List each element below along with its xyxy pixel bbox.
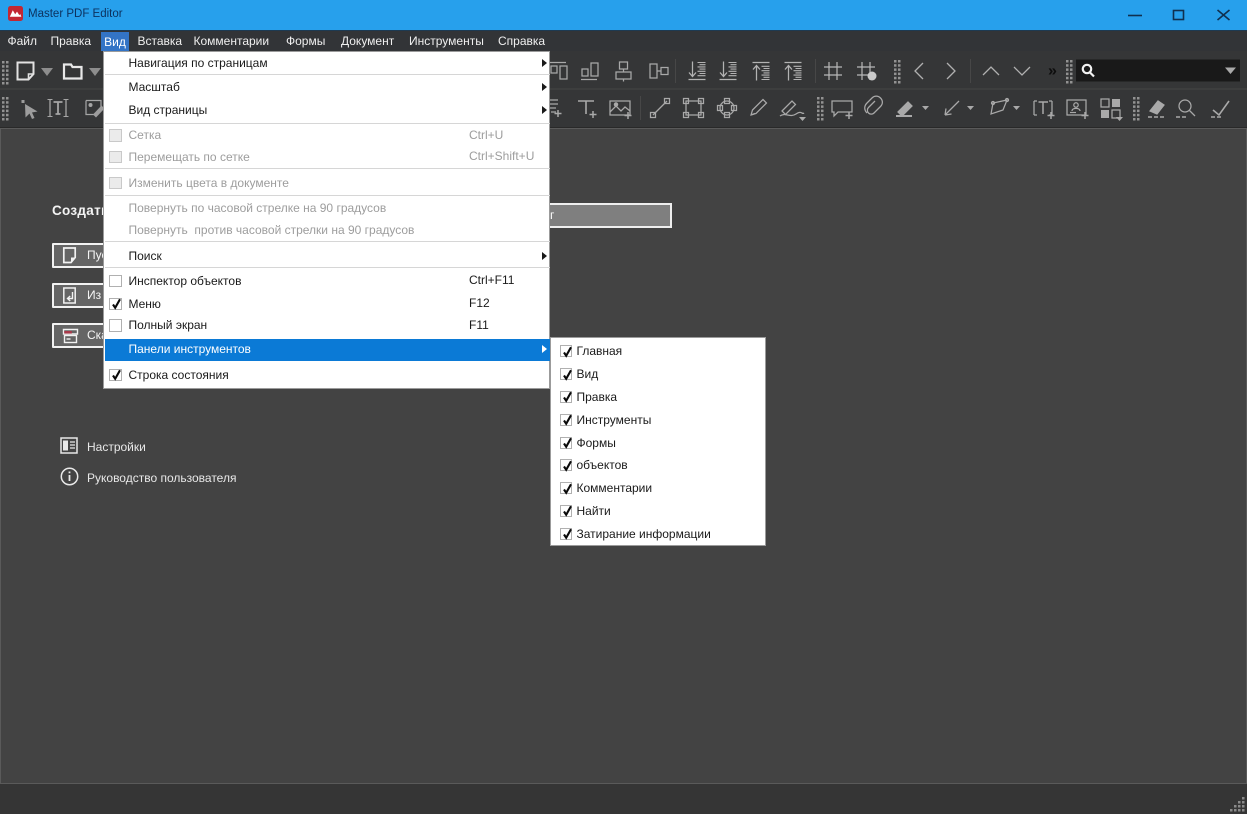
svg-text:»: » xyxy=(1048,63,1057,80)
